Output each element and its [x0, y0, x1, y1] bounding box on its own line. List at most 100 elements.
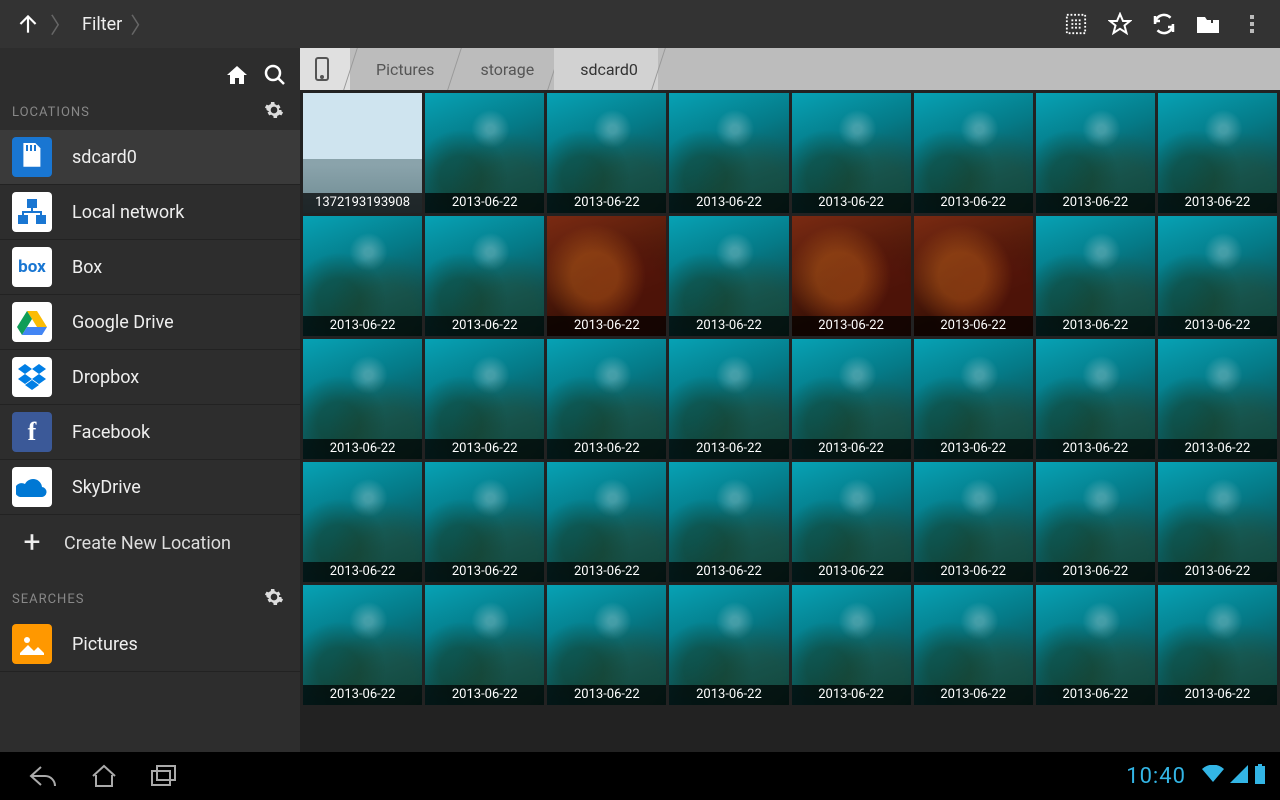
thumbnail-tile[interactable]: 2013-06-22	[425, 339, 544, 459]
sdcard-icon	[12, 137, 52, 177]
breadcrumb-root[interactable]	[300, 48, 350, 90]
thumbnail-caption: 2013-06-22	[1036, 439, 1155, 459]
search-item-pictures[interactable]: Pictures	[0, 617, 300, 672]
thumbnail-tile[interactable]: 2013-06-22	[914, 585, 1033, 705]
thumbnail-tile[interactable]: 2013-06-22	[1036, 585, 1155, 705]
breadcrumb-segment[interactable]: sdcard0	[554, 48, 658, 90]
favorite-button[interactable]	[1098, 0, 1142, 48]
thumbnail-tile[interactable]: 2013-06-22	[669, 585, 788, 705]
thumbnail-tile[interactable]: 2013-06-22	[792, 93, 911, 213]
thumbnail-caption: 2013-06-22	[669, 193, 788, 213]
signal-icon	[1230, 765, 1248, 787]
thumbnail-tile[interactable]: 2013-06-22	[547, 93, 666, 213]
searches-header-label: SEARCHES	[12, 592, 84, 607]
thumbnail-tile[interactable]: 2013-06-22	[669, 462, 788, 582]
thumbnail-caption: 2013-06-22	[1036, 193, 1155, 213]
home-nav-button[interactable]	[74, 752, 134, 800]
thumbnail-tile[interactable]: 2013-06-22	[1158, 339, 1277, 459]
thumbnail-caption: 2013-06-22	[669, 316, 788, 336]
create-new-location[interactable]: + Create New Location	[0, 515, 300, 571]
back-button[interactable]	[14, 752, 74, 800]
gdrive-icon	[12, 302, 52, 342]
thumbnail-tile[interactable]: 2013-06-22	[1036, 93, 1155, 213]
thumbnail-tile[interactable]: 2013-06-22	[1036, 339, 1155, 459]
thumbnail-tile[interactable]: 2013-06-22	[792, 462, 911, 582]
thumbnail-caption: 2013-06-22	[425, 439, 544, 459]
thumbnail-caption: 2013-06-22	[914, 562, 1033, 582]
thumbnail-tile[interactable]: 2013-06-22	[303, 216, 422, 336]
recent-apps-button[interactable]	[134, 752, 194, 800]
thumbnail-caption: 2013-06-22	[1158, 439, 1277, 459]
thumbnail-tile[interactable]: 2013-06-22	[425, 462, 544, 582]
thumbnail-tile[interactable]: 2013-06-22	[1158, 462, 1277, 582]
content-area: Picturesstoragesdcard0 1372193193908 2013…	[300, 48, 1280, 752]
location-item-gdrive[interactable]: Google Drive	[0, 295, 300, 350]
thumbnail-caption: 2013-06-22	[547, 562, 666, 582]
thumbnail-caption: 2013-06-22	[425, 316, 544, 336]
thumbnail-tile[interactable]: 2013-06-22	[1158, 216, 1277, 336]
breadcrumb-segment[interactable]: storage	[454, 48, 554, 90]
thumbnail-tile[interactable]: 2013-06-22	[914, 339, 1033, 459]
thumbnail-tile[interactable]: 2013-06-22	[669, 93, 788, 213]
thumbnail-tile[interactable]: 2013-06-22	[1158, 585, 1277, 705]
location-label: Dropbox	[72, 367, 139, 388]
facebook-icon: f	[12, 412, 52, 452]
thumbnail-caption: 2013-06-22	[303, 562, 422, 582]
locations-settings-button[interactable]	[264, 100, 288, 124]
search-button[interactable]	[258, 58, 292, 92]
overflow-menu-button[interactable]	[1230, 0, 1274, 48]
thumbnail-tile[interactable]: 2013-06-22	[547, 462, 666, 582]
home-button[interactable]	[220, 58, 254, 92]
thumbnail-tile[interactable]: 2013-06-22	[1036, 462, 1155, 582]
thumbnail-tile[interactable]: 2013-06-22	[425, 216, 544, 336]
thumbnail-caption: 2013-06-22	[792, 685, 911, 705]
breadcrumb-segment[interactable]: Pictures	[350, 48, 454, 90]
thumbnail-tile[interactable]: 2013-06-22	[1036, 216, 1155, 336]
thumbnail-tile[interactable]: 2013-06-22	[914, 216, 1033, 336]
select-view-button[interactable]	[1054, 0, 1098, 48]
location-item-skydrive[interactable]: SkyDrive	[0, 460, 300, 515]
location-item-sdcard[interactable]: sdcard0	[0, 130, 300, 185]
thumbnail-tile[interactable]: 2013-06-22	[303, 339, 422, 459]
thumbnail-caption: 2013-06-22	[1036, 562, 1155, 582]
thumbnail-caption: 2013-06-22	[914, 316, 1033, 336]
location-item-box[interactable]: box Box	[0, 240, 300, 295]
new-folder-button[interactable]	[1186, 0, 1230, 48]
thumbnail-caption: 2013-06-22	[914, 685, 1033, 705]
thumbnail-tile[interactable]: 2013-06-22	[303, 462, 422, 582]
thumbnail-tile[interactable]: 2013-06-22	[669, 339, 788, 459]
thumbnail-tile[interactable]: 2013-06-22	[1158, 93, 1277, 213]
location-label: SkyDrive	[72, 477, 141, 498]
thumbnail-tile[interactable]: 2013-06-22	[547, 339, 666, 459]
thumbnail-grid[interactable]: 13721931939082013-06-222013-06-222013-06…	[300, 90, 1280, 752]
location-item-dropbox[interactable]: Dropbox	[0, 350, 300, 405]
thumbnail-tile[interactable]: 2013-06-22	[547, 585, 666, 705]
thumbnail-tile[interactable]: 2013-06-22	[792, 585, 911, 705]
thumbnail-caption: 2013-06-22	[425, 193, 544, 213]
thumbnail-tile[interactable]: 2013-06-22	[792, 216, 911, 336]
thumbnail-tile[interactable]: 2013-06-22	[425, 585, 544, 705]
refresh-button[interactable]	[1142, 0, 1186, 48]
searches-settings-button[interactable]	[264, 587, 288, 611]
up-button[interactable]	[6, 0, 50, 48]
location-item-network[interactable]: Local network	[0, 185, 300, 240]
battery-icon	[1254, 764, 1266, 788]
thumbnail-tile[interactable]: 1372193193908	[303, 93, 422, 213]
thumbnail-caption: 2013-06-22	[547, 439, 666, 459]
thumbnail-caption: 1372193193908	[303, 193, 422, 213]
thumbnail-tile[interactable]: 2013-06-22	[303, 585, 422, 705]
thumbnail-tile[interactable]: 2013-06-22	[792, 339, 911, 459]
chevron-right-icon: 〉	[50, 8, 72, 40]
thumbnail-tile[interactable]: 2013-06-22	[669, 216, 788, 336]
thumbnail-caption: 2013-06-22	[1036, 685, 1155, 705]
thumbnail-caption: 2013-06-22	[1036, 316, 1155, 336]
thumbnail-caption: 2013-06-22	[914, 439, 1033, 459]
thumbnail-caption: 2013-06-22	[547, 316, 666, 336]
thumbnail-tile[interactable]: 2013-06-22	[914, 93, 1033, 213]
thumbnail-tile[interactable]: 2013-06-22	[547, 216, 666, 336]
location-item-facebook[interactable]: f Facebook	[0, 405, 300, 460]
box-icon: box	[12, 247, 52, 287]
thumbnail-tile[interactable]: 2013-06-22	[914, 462, 1033, 582]
thumbnail-tile[interactable]: 2013-06-22	[425, 93, 544, 213]
navigation-bar: 10:40	[0, 752, 1280, 800]
